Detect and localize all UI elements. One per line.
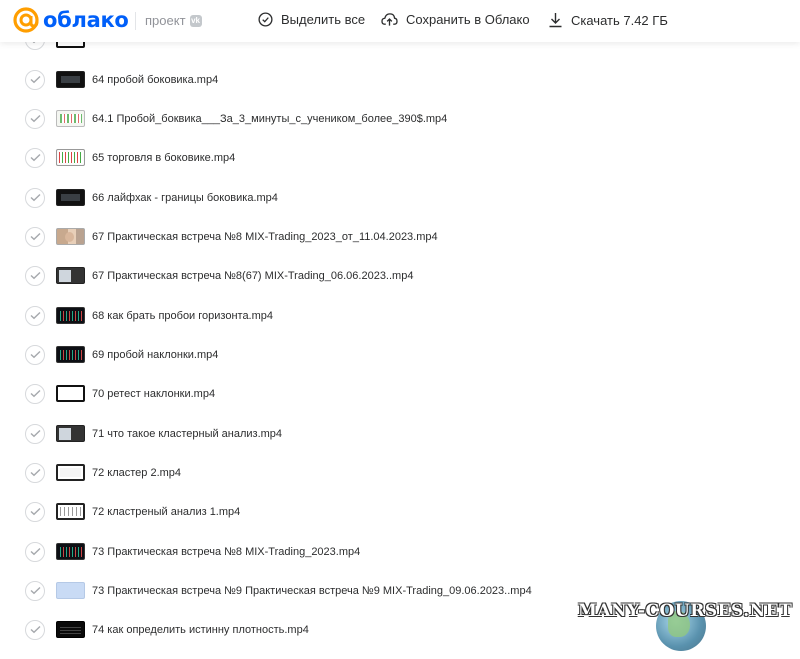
cloud-logo[interactable]: облако: [12, 6, 129, 34]
download-button[interactable]: Скачать 7.42 ГБ: [548, 12, 668, 28]
file-row[interactable]: 64.1 Пробой_боквика___За_3_минуты_с_учен…: [0, 99, 800, 138]
checkmark-icon: [30, 232, 40, 241]
video-thumbnail[interactable]: [56, 71, 85, 88]
select-checkbox[interactable]: [25, 501, 45, 522]
checkmark-icon: [30, 586, 40, 595]
select-checkbox[interactable]: [25, 423, 45, 444]
select-checkbox[interactable]: [25, 462, 45, 483]
video-thumbnail[interactable]: [56, 621, 85, 638]
checkmark-icon: [30, 625, 40, 634]
file-row[interactable]: 72 кластер 2.mp4: [0, 453, 800, 492]
file-name[interactable]: 69 пробой наклонки.mp4: [92, 349, 218, 361]
video-thumbnail[interactable]: [56, 503, 85, 520]
select-checkbox[interactable]: [25, 108, 45, 129]
cloud-upload-icon: [381, 13, 398, 26]
check-circle-icon: [258, 12, 273, 27]
save-to-cloud-button[interactable]: Сохранить в Облако: [381, 12, 530, 27]
file-row[interactable]: 72 кластреный анализ 1.mp4: [0, 492, 800, 531]
select-checkbox[interactable]: [25, 305, 45, 326]
divider: [135, 12, 136, 30]
file-name[interactable]: 67 Практическая встреча №8 MIX-Trading_2…: [92, 231, 438, 243]
select-checkbox[interactable]: [25, 383, 45, 404]
checkmark-icon: [30, 547, 40, 556]
file-name[interactable]: 71 что такое кластерный анализ.mp4: [92, 428, 282, 440]
select-checkbox[interactable]: [25, 265, 45, 286]
file-name[interactable]: 68 как брать пробои горизонта.mp4: [92, 310, 273, 322]
select-checkbox[interactable]: [25, 187, 45, 208]
logo-text: облако: [43, 8, 129, 32]
file-row[interactable]: 71 что такое кластерный анализ.mp4: [0, 414, 800, 453]
file-name[interactable]: 66 лайфхак - границы боковика.mp4: [92, 192, 278, 204]
select-checkbox[interactable]: [25, 580, 45, 601]
select-checkbox[interactable]: [25, 541, 45, 562]
video-thumbnail[interactable]: [56, 346, 85, 363]
file-name[interactable]: 72 кластер 2.mp4: [92, 467, 181, 479]
top-bar: облако проект vk Выделить все Сохранить …: [0, 0, 800, 42]
select-checkbox[interactable]: [25, 226, 45, 247]
file-name[interactable]: 72 кластреный анализ 1.mp4: [92, 506, 240, 518]
checkmark-icon: [30, 193, 40, 202]
save-to-cloud-label: Сохранить в Облако: [406, 12, 530, 27]
file-name[interactable]: 70 ретест наклонки.mp4: [92, 388, 215, 400]
video-thumbnail[interactable]: [56, 425, 85, 442]
checkmark-icon: [30, 350, 40, 359]
checkmark-icon: [30, 311, 40, 320]
select-all-label: Выделить все: [281, 12, 366, 27]
checkmark-icon: [30, 389, 40, 398]
project-label: проект vk: [145, 13, 202, 28]
at-sign-icon: [13, 7, 39, 33]
select-all-button[interactable]: Выделить все: [258, 12, 365, 27]
file-name[interactable]: 67 Практическая встреча №8(67) MIX-Tradi…: [92, 270, 413, 282]
file-row[interactable]: 68 как брать пробои горизонта.mp4: [0, 296, 800, 335]
video-thumbnail[interactable]: [56, 464, 85, 481]
file-row[interactable]: 65 торговля в боковике.mp4: [0, 138, 800, 177]
file-row[interactable]: 69 пробой наклонки.mp4: [0, 335, 800, 374]
checkmark-icon: [30, 153, 40, 162]
video-thumbnail[interactable]: [56, 149, 85, 166]
checkmark-icon: [30, 75, 40, 84]
video-thumbnail[interactable]: [56, 582, 85, 599]
select-checkbox[interactable]: [25, 344, 45, 365]
file-row[interactable]: 64 пробой боковика.mp4: [0, 60, 800, 99]
select-checkbox[interactable]: [25, 69, 45, 90]
file-row[interactable]: 73 Практическая встреча №8 MIX-Trading_2…: [0, 532, 800, 571]
file-name[interactable]: 64 пробой боковика.mp4: [92, 74, 218, 86]
video-thumbnail[interactable]: [56, 110, 85, 127]
video-thumbnail[interactable]: [56, 228, 85, 245]
video-thumbnail[interactable]: [56, 267, 85, 284]
file-row[interactable]: 67 Практическая встреча №8(67) MIX-Tradi…: [0, 256, 800, 295]
file-name[interactable]: 73 Практическая встреча №9 Практическая …: [92, 585, 532, 597]
checkmark-icon: [30, 468, 40, 477]
checkmark-icon: [30, 429, 40, 438]
checkmark-icon: [30, 507, 40, 516]
video-thumbnail[interactable]: [56, 543, 85, 560]
file-name[interactable]: 73 Практическая встреча №8 MIX-Trading_2…: [92, 546, 360, 558]
file-row[interactable]: 66 лайфхак - границы боковика.mp4: [0, 178, 800, 217]
select-checkbox[interactable]: [25, 619, 45, 640]
download-icon: [549, 13, 562, 28]
select-checkbox[interactable]: [25, 147, 45, 168]
file-row[interactable]: 70 ретест наклонки.mp4: [0, 374, 800, 413]
file-name[interactable]: 74 как определить истинну плотность.mp4: [92, 624, 309, 636]
file-name[interactable]: 64.1 Пробой_боквика___За_3_минуты_с_учен…: [92, 113, 447, 125]
video-thumbnail[interactable]: [56, 189, 85, 206]
checkmark-icon: [30, 271, 40, 280]
file-name[interactable]: 65 торговля в боковике.mp4: [92, 152, 235, 164]
project-text: проект: [145, 13, 186, 28]
video-thumbnail[interactable]: [56, 385, 85, 402]
file-row[interactable]: 67 Практическая встреча №8 MIX-Trading_2…: [0, 217, 800, 256]
watermark: MANY-COURSES.NET: [578, 601, 793, 621]
vk-badge: vk: [189, 14, 202, 27]
download-label: Скачать 7.42 ГБ: [571, 12, 668, 28]
video-thumbnail[interactable]: [56, 307, 85, 324]
checkmark-icon: [30, 114, 40, 123]
